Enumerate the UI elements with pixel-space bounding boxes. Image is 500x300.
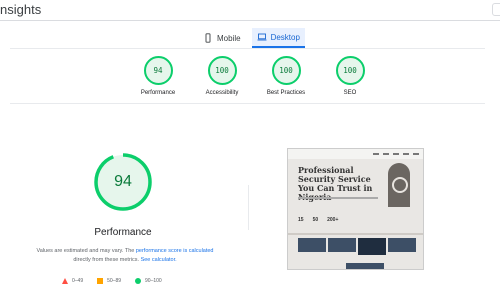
legend-average: 50–89 [97, 278, 121, 284]
screenshot-card [298, 238, 326, 252]
screenshot-stat: 15 [298, 217, 304, 223]
note-text: directly from these metrics. [73, 257, 141, 263]
score-calculated-link[interactable]: performance score is calculated [136, 248, 214, 254]
score-gauge: 100 [207, 56, 237, 85]
screenshot-card [328, 238, 356, 252]
see-calculator-link[interactable]: See calculator. [141, 257, 177, 263]
screenshot-text-line [298, 197, 378, 199]
top-bar: nsights [0, 0, 500, 21]
laptop-icon [257, 33, 267, 41]
screenshot-stats: 15 50 200+ [298, 217, 338, 223]
screenshot-stat: 200+ [327, 217, 339, 223]
tab-mobile[interactable]: Mobile [198, 28, 246, 48]
legend-poor: 0–49 [62, 278, 83, 284]
screenshot-cards [298, 238, 416, 255]
circle-icon [135, 278, 142, 284]
performance-score: 94 [114, 173, 132, 190]
vertical-divider [248, 185, 249, 230]
score-label: Performance [140, 90, 176, 96]
category-scores: 94 Performance 100 Accessibility 100 Bes… [126, 56, 382, 96]
square-icon [97, 278, 104, 284]
screenshot-band [288, 233, 423, 235]
legend-good: 90–100 [135, 278, 162, 284]
score-accessibility[interactable]: 100 Accessibility [190, 56, 254, 96]
device-tabs: Mobile Desktop [198, 28, 305, 48]
score-gauge: 100 [335, 56, 365, 85]
score-performance[interactable]: 94 Performance [126, 56, 190, 96]
divider [10, 103, 485, 104]
screenshot-card [388, 238, 416, 252]
legend-range: 50–89 [107, 278, 122, 284]
tab-desktop[interactable]: Desktop [251, 28, 305, 48]
performance-note: Values are estimated and may vary. The p… [30, 247, 220, 265]
screenshot-button [346, 263, 384, 269]
screenshot-card [358, 238, 386, 255]
screenshot-stat: 50 [312, 217, 319, 223]
score-best-practices[interactable]: 100 Best Practices [254, 56, 318, 96]
tab-desktop-label: Desktop [270, 32, 300, 42]
score-legend: 0–49 50–89 90–100 [62, 278, 162, 284]
score-seo[interactable]: 100 SEO [318, 56, 382, 96]
performance-title: Performance [94, 227, 152, 238]
screenshot-image-ring [392, 177, 408, 193]
score-label: Best Practices [266, 90, 306, 96]
page-title: nsights [0, 2, 42, 17]
score-gauge: 94 [143, 56, 173, 85]
legend-range: 90–100 [145, 278, 162, 284]
tab-mobile-label: Mobile [217, 33, 241, 43]
phone-icon [205, 33, 211, 43]
note-text: Values are estimated and may vary. The [36, 248, 136, 254]
triangle-icon [62, 278, 68, 284]
screenshot-nav [288, 149, 423, 159]
page-screenshot[interactable]: Professional Security Service You Can Tr… [287, 148, 424, 270]
score-label: Accessibility [205, 90, 239, 96]
score-gauge: 100 [271, 56, 301, 85]
corner-button[interactable] [492, 3, 500, 16]
legend-range: 0–49 [72, 278, 84, 284]
score-label: SEO [343, 90, 357, 96]
